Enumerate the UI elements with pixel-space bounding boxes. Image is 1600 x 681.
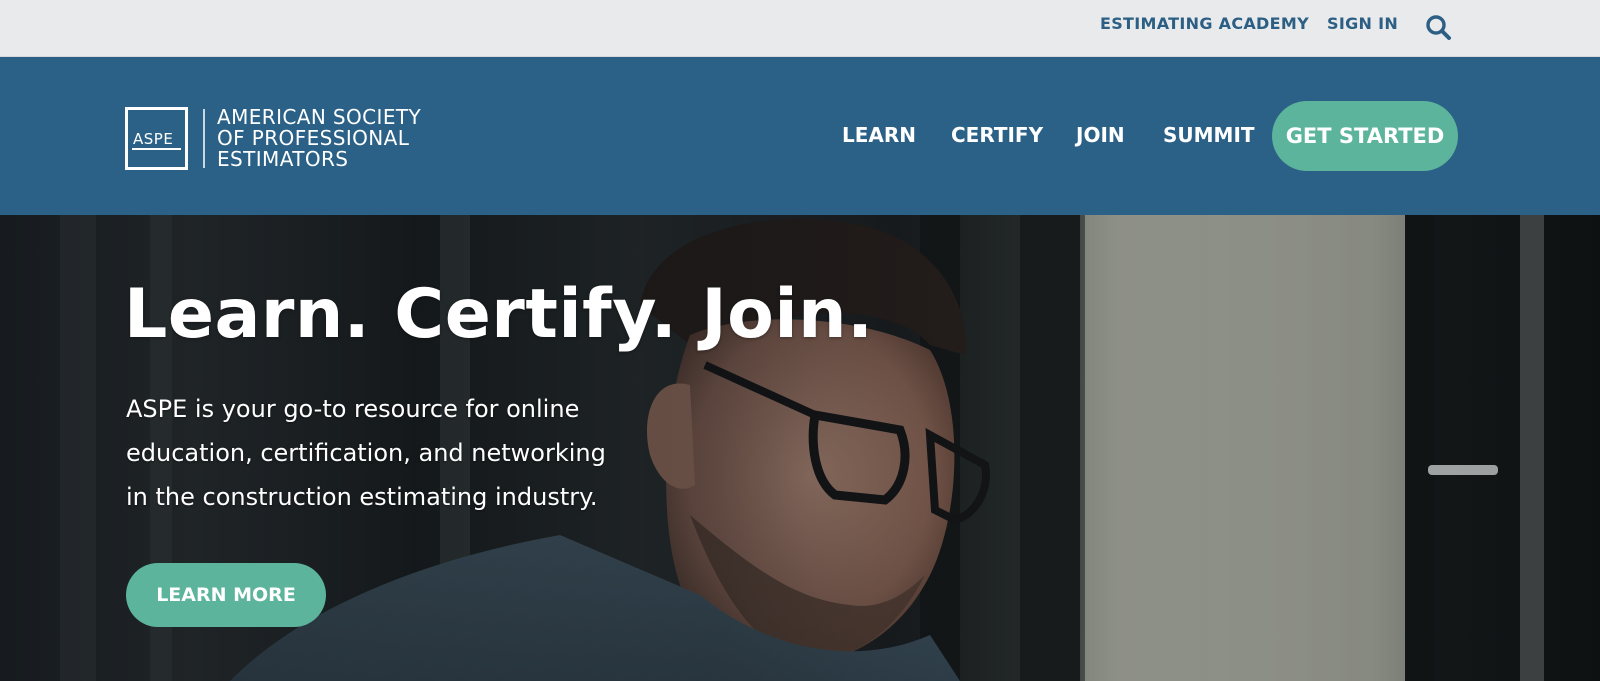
logo-mark-text: ASPE	[133, 130, 174, 148]
logo-mark: ASPE	[125, 107, 188, 170]
sign-in-link[interactable]: SIGN IN	[1327, 14, 1398, 33]
logo-line-3: ESTIMATORS	[217, 147, 349, 171]
get-started-button[interactable]: GET STARTED	[1272, 101, 1458, 171]
logo-mark-rule	[132, 148, 181, 150]
logo-wordmark: AMERICAN SOCIETY OF PROFESSIONAL ESTIMAT…	[217, 107, 487, 170]
nav-item-summit[interactable]: SUMMIT	[1163, 123, 1255, 147]
hero-description: ASPE is your go-to resource for online e…	[126, 387, 666, 519]
nav-item-learn[interactable]: LEARN	[842, 123, 916, 147]
logo-line-2: OF PROFESSIONAL	[217, 126, 410, 150]
hero-description-line: in the construction estimating industry.	[126, 483, 598, 511]
aspe-logo[interactable]: ASPE AMERICAN SOCIETY OF PROFESSIONAL ES…	[125, 107, 485, 171]
hero-description-line: ASPE is your go-to resource for online	[126, 395, 580, 423]
hero-banner: Learn. Certify. Join. ASPE is your go-to…	[0, 215, 1600, 681]
site-header: ASPE AMERICAN SOCIETY OF PROFESSIONAL ES…	[0, 57, 1600, 215]
search-icon[interactable]	[1424, 13, 1454, 43]
logo-line-1: AMERICAN SOCIETY	[217, 105, 422, 129]
hero-description-line: education, certification, and networking	[126, 439, 606, 467]
nav-item-join[interactable]: JOIN	[1076, 123, 1125, 147]
learn-more-button[interactable]: LEARN MORE	[126, 563, 326, 627]
hero-title: Learn. Certify. Join.	[124, 275, 874, 354]
estimating-academy-link[interactable]: ESTIMATING ACADEMY	[1100, 14, 1309, 33]
logo-divider	[203, 109, 205, 168]
utility-bar: ESTIMATING ACADEMY SIGN IN	[0, 0, 1600, 57]
nav-item-certify[interactable]: CERTIFY	[951, 123, 1043, 147]
